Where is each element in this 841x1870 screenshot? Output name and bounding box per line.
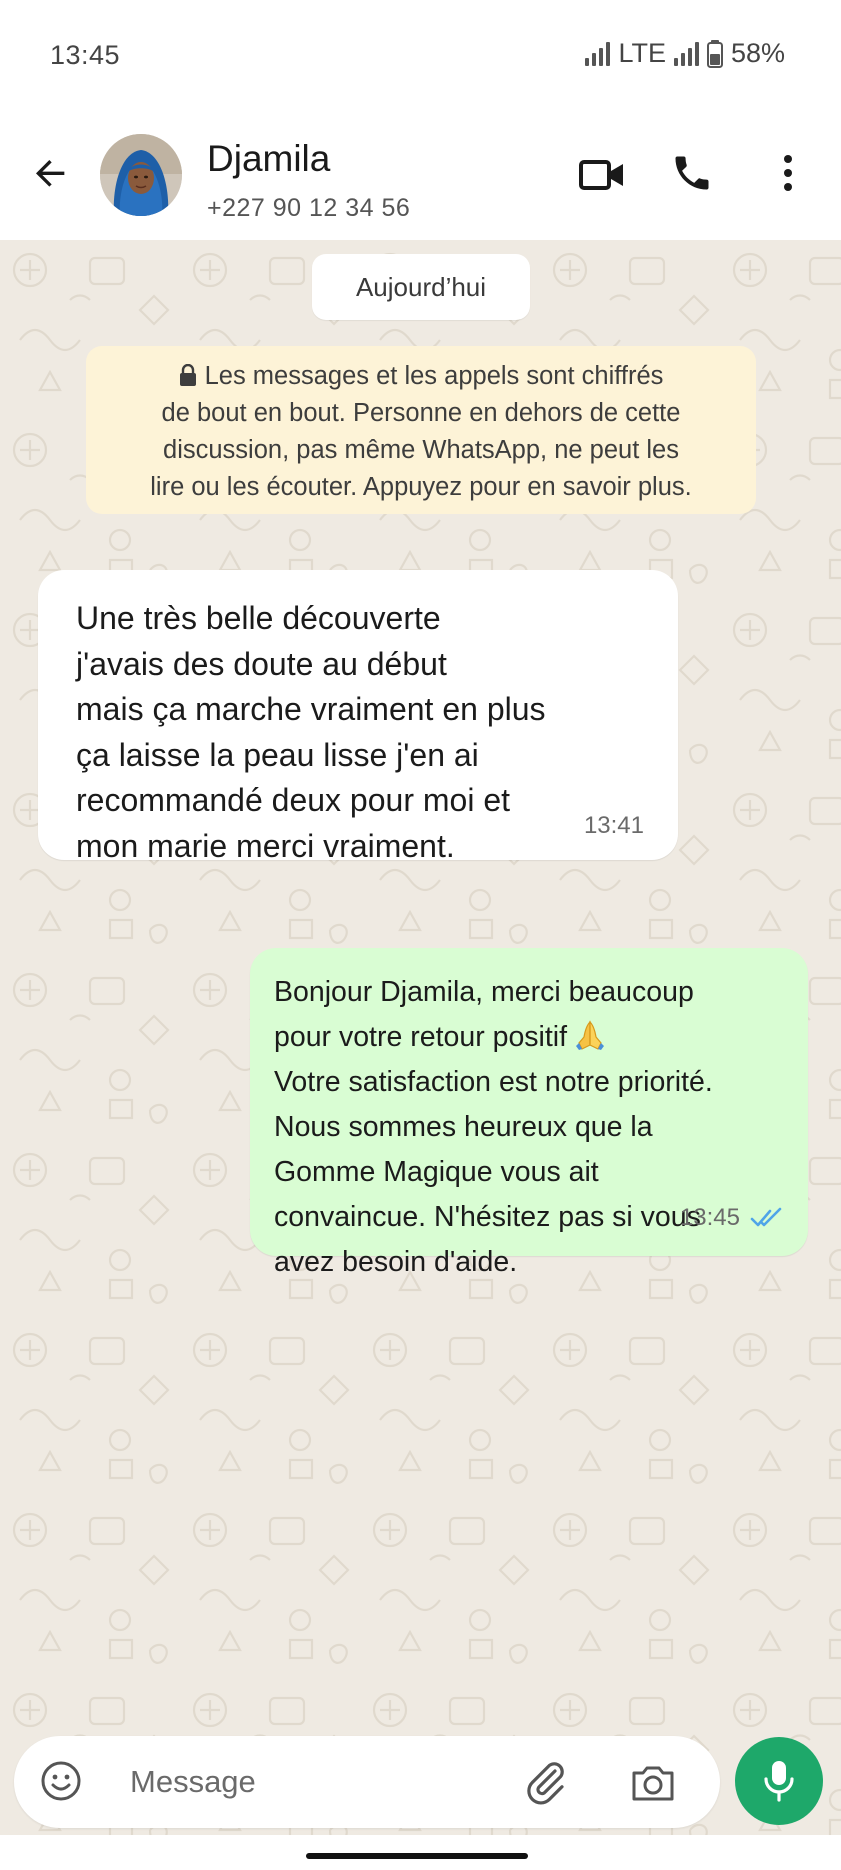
signal-icon [673,41,699,66]
status-indicators: LTE 58% [585,38,785,69]
battery-icon [706,39,723,68]
chat-area[interactable]: Aujourd’hui Les messages et les appels s… [0,240,841,1835]
more-options-button[interactable] [770,148,806,198]
voice-call-button[interactable] [664,148,720,198]
avatar[interactable] [100,134,182,216]
message-meta: 13:45 [680,1204,784,1232]
back-arrow-icon [36,160,65,187]
contact-name[interactable]: Djamila [207,138,330,180]
status-bar: 13:45 LTE 58% [0,0,841,118]
folded-hands-emoji-icon [576,1020,605,1050]
date-chip: Aujourd’hui [312,254,530,320]
camera-icon [632,1766,674,1801]
emoji-button[interactable] [38,1758,84,1804]
camera-button[interactable] [626,1756,680,1810]
encryption-notice[interactable]: Les messages et les appels sont chiffrés… [86,346,756,514]
message-text: Bonjour Djamila, merci beaucoup pour vot… [274,976,713,1278]
encryption-notice-line: discussion, pas même WhatsApp, ne peut l… [163,436,679,464]
message-composer [14,1736,720,1828]
double-check-read-icon [750,1207,782,1227]
attach-icon [527,1762,564,1805]
encryption-notice-line: de bout en bout. Personne en dehors de c… [161,399,681,427]
contact-phone[interactable]: +227 90 12 34 56 [207,194,410,223]
attach-button[interactable] [518,1754,574,1810]
chat-header: Djamila +227 90 12 34 56 [0,118,841,240]
status-time: 13:45 [50,40,121,70]
encryption-notice-line: lire ou les écouter. Appuyez pour en sav… [150,473,692,501]
voice-record-button[interactable] [735,1737,823,1825]
message-time: 13:45 [679,1204,740,1231]
outgoing-message-bubble[interactable]: Bonjour Djamila, merci beaucoup pour vot… [250,948,808,1278]
battery-percent: 58% [730,38,785,68]
mic-icon [764,1761,794,1802]
home-indicator[interactable] [306,1853,528,1859]
video-call-button[interactable] [574,150,630,200]
more-vert-icon [784,155,792,191]
signal-icon [585,41,611,66]
system-nav-bar [0,1835,841,1870]
emoji-icon [41,1761,81,1801]
phone-icon [675,156,709,190]
incoming-message-bubble[interactable]: Une très belle découverte j'avais des do… [38,570,678,864]
video-call-icon [579,160,623,190]
avatar-image [100,134,182,216]
message-text: Une très belle découverte j'avais des do… [76,600,546,864]
message-input[interactable] [130,1756,510,1808]
lock-icon [179,364,196,386]
encryption-notice-line: Les messages et les appels sont chiffrés [86,358,756,395]
message-time: 13:41 [583,812,644,839]
back-button[interactable] [26,148,76,198]
network-type: LTE [618,38,666,68]
